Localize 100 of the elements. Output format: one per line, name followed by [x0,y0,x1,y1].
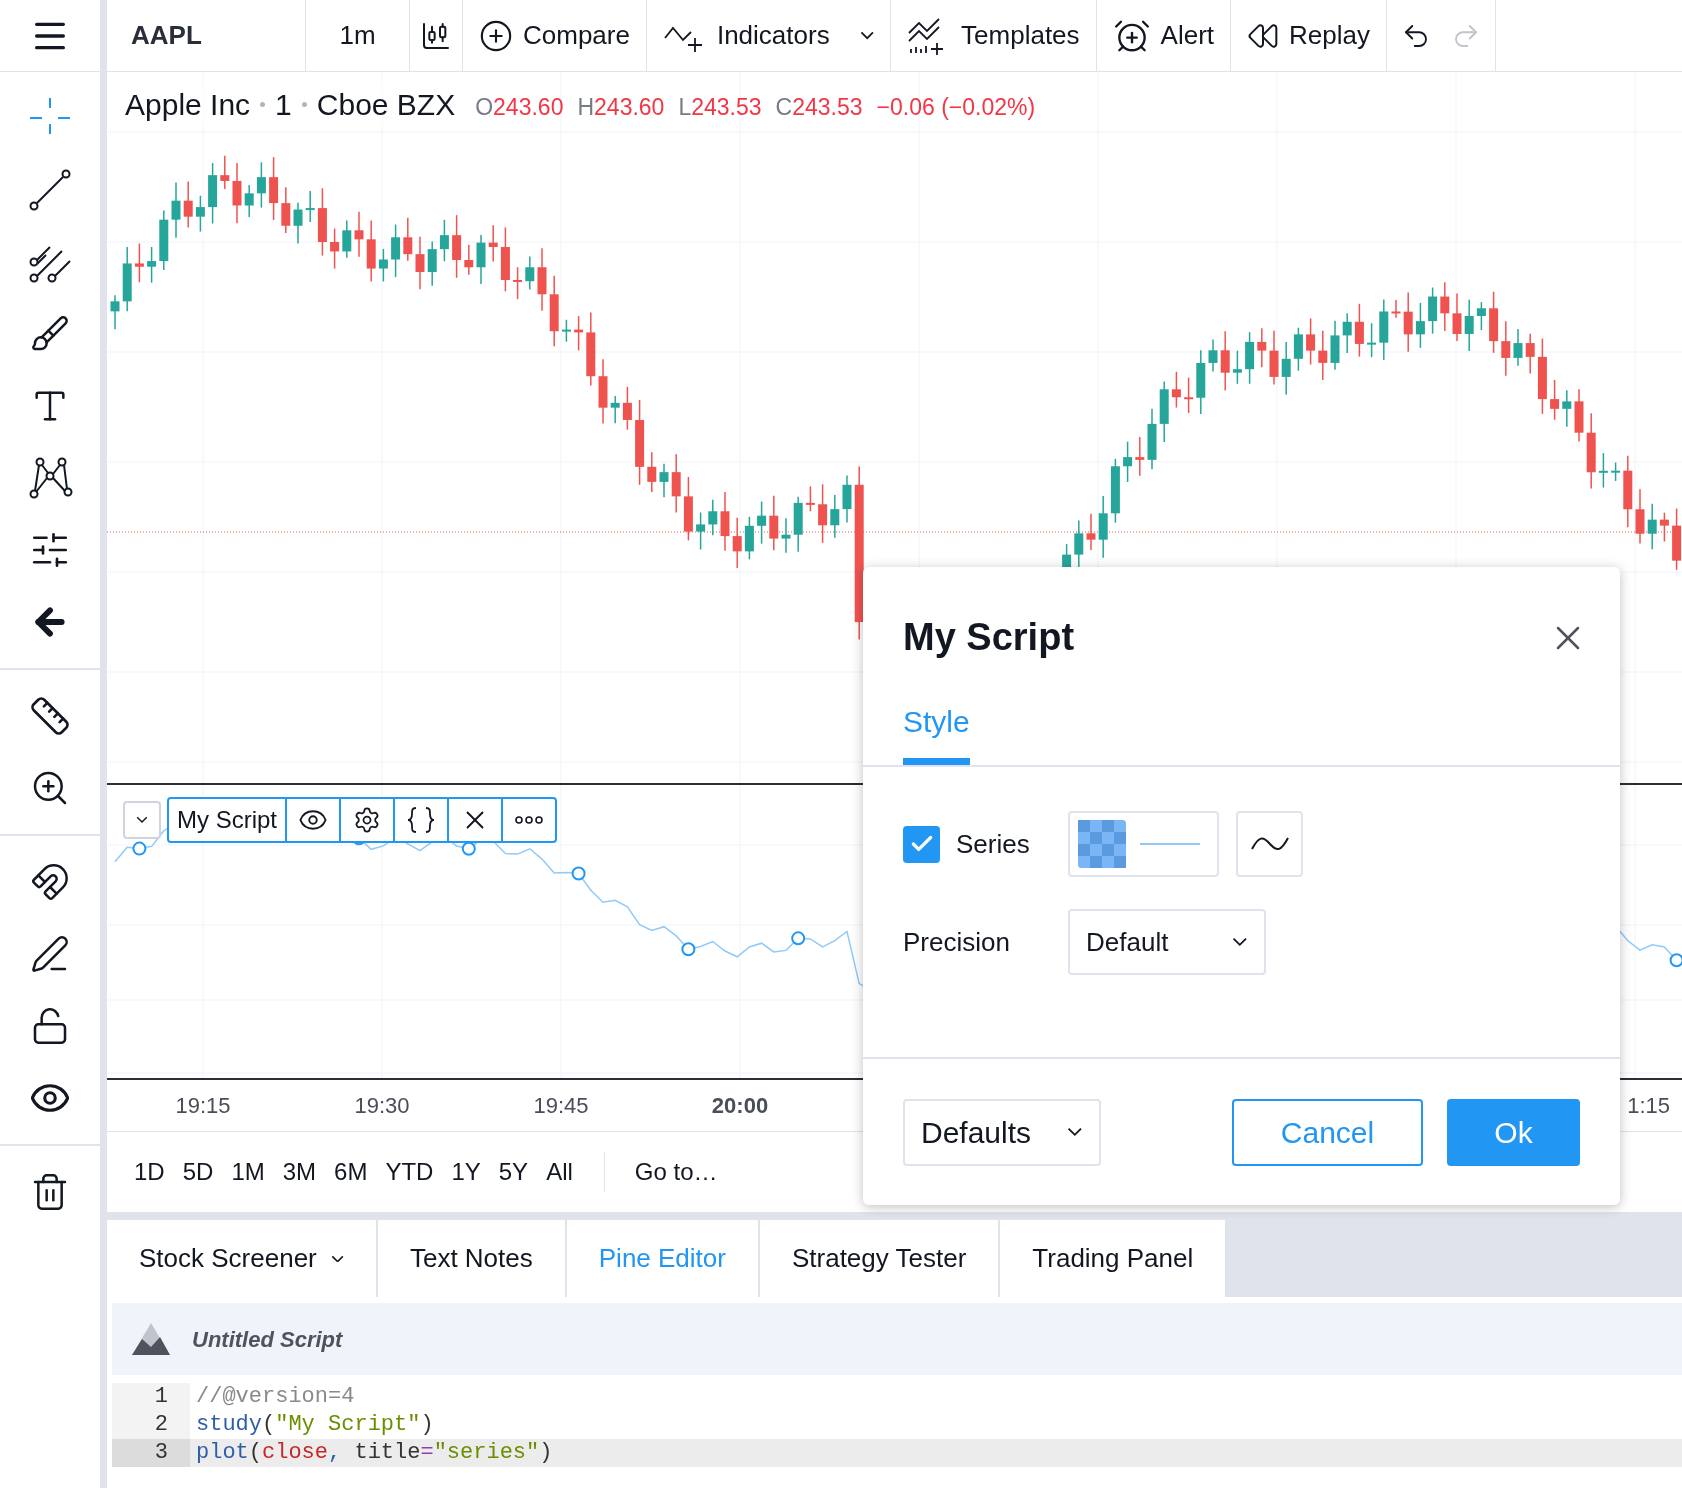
plus-circle-icon [479,18,513,53]
candle [1501,320,1511,377]
toolbar-button[interactable]: Replay [1231,0,1387,71]
candle [1123,440,1133,483]
code-text: //@version=4 [195,1383,355,1411]
candle [1330,320,1340,371]
range-button[interactable]: All [537,1150,582,1194]
candle [1428,286,1438,335]
panel-tab[interactable]: Strategy Tester [759,1220,999,1297]
panel-tab[interactable]: Trading Panel [1000,1220,1226,1297]
candle [317,187,327,257]
candle [439,219,449,262]
symbol-search[interactable]: AAPL [107,0,306,71]
candle [1367,322,1377,358]
range-button[interactable]: YTD [376,1150,443,1194]
candle [757,500,767,545]
indicator-name: My Script [176,805,278,835]
candle [830,494,840,539]
range-button[interactable]: 1Y [442,1150,490,1194]
toolbar-button[interactable]: Alert [1096,0,1232,71]
line-number: 3 [112,1439,190,1467]
candle [537,247,547,312]
code-text: plot(close, title="series") [195,1439,553,1467]
candle [513,266,523,300]
legend-title: Cboe BZX [316,82,456,127]
interval-button[interactable]: 1m [306,0,410,71]
candle [1489,291,1499,354]
range-button[interactable]: 5D [173,1150,223,1194]
precision-label: Precision [903,925,1011,959]
range-button[interactable]: 5Y [489,1150,538,1194]
candle [1464,298,1474,352]
panel-tab[interactable]: Stock Screener [107,1220,376,1297]
candle [1098,495,1108,559]
candle [464,243,474,276]
candle [1403,291,1413,353]
range-button[interactable]: 1D [125,1150,174,1194]
candle [488,224,498,263]
plot-style-button[interactable] [1236,811,1303,877]
candle [171,181,181,239]
range-button[interactable]: 3M [273,1150,326,1194]
series-checkbox[interactable] [903,825,940,863]
candle [561,319,571,343]
candle [500,226,510,293]
candle [134,242,144,283]
toolbar-button[interactable]: Compare [463,0,647,71]
series-label: Series [956,827,1030,861]
ohlc-value: C243.53 [775,93,863,122]
candle [147,246,157,284]
candle [403,216,413,262]
candle [305,190,315,223]
candle [281,186,291,234]
candle [1306,317,1316,366]
time-label: 1:15 [1627,1092,1670,1120]
chevron-down-icon [330,1254,344,1263]
candle [1208,338,1218,373]
candle [391,223,401,278]
ruler-icon[interactable] [29,695,71,737]
line-number: 2 [112,1411,190,1439]
candle [1269,330,1279,386]
go-to-button[interactable]: Go to… [626,1150,726,1194]
script-title: Untitled Script [192,1325,343,1354]
magnet-icon[interactable] [30,862,70,902]
candle [1220,330,1230,392]
chevron-down-icon [859,31,875,40]
candle [1598,452,1608,489]
candle [1647,503,1657,551]
candle [232,162,242,225]
candle [1525,333,1535,375]
toolbar-button[interactable]: Indicators [646,0,892,71]
candle [1135,436,1145,477]
candle [342,219,352,259]
toolbar-button[interactable]: Templates [891,0,1097,71]
candle [415,236,425,290]
candle [1147,407,1157,471]
candle [598,358,608,425]
pencil-lock-icon[interactable] [30,934,70,974]
settings-icon [353,806,381,834]
color-line-picker[interactable] [1068,811,1219,877]
candle [1659,511,1669,543]
range-button[interactable]: 6M [325,1150,377,1194]
candle [1171,371,1181,409]
ohlc-value: L243.53 [678,93,762,122]
candle [1513,328,1523,367]
chevron-down-icon [136,816,148,824]
candle [1574,388,1584,443]
candle [671,453,681,514]
time-label: 20:00 [710,1092,770,1120]
precision-select[interactable]: Default [1068,909,1266,975]
time-label: 19:30 [353,1092,411,1120]
mountain-logo-icon [130,1321,172,1357]
candle [244,184,254,218]
panel-tab[interactable]: Text Notes [377,1220,565,1297]
chevron-down-icon [1232,937,1248,947]
candle [1159,380,1169,443]
more-icon [515,816,543,824]
defaults-select[interactable]: Defaults [903,1098,1101,1166]
candle [1452,292,1462,342]
candle [1281,341,1291,396]
ohlc-value: H243.60 [577,93,665,122]
range-button[interactable]: 1M [222,1150,274,1194]
